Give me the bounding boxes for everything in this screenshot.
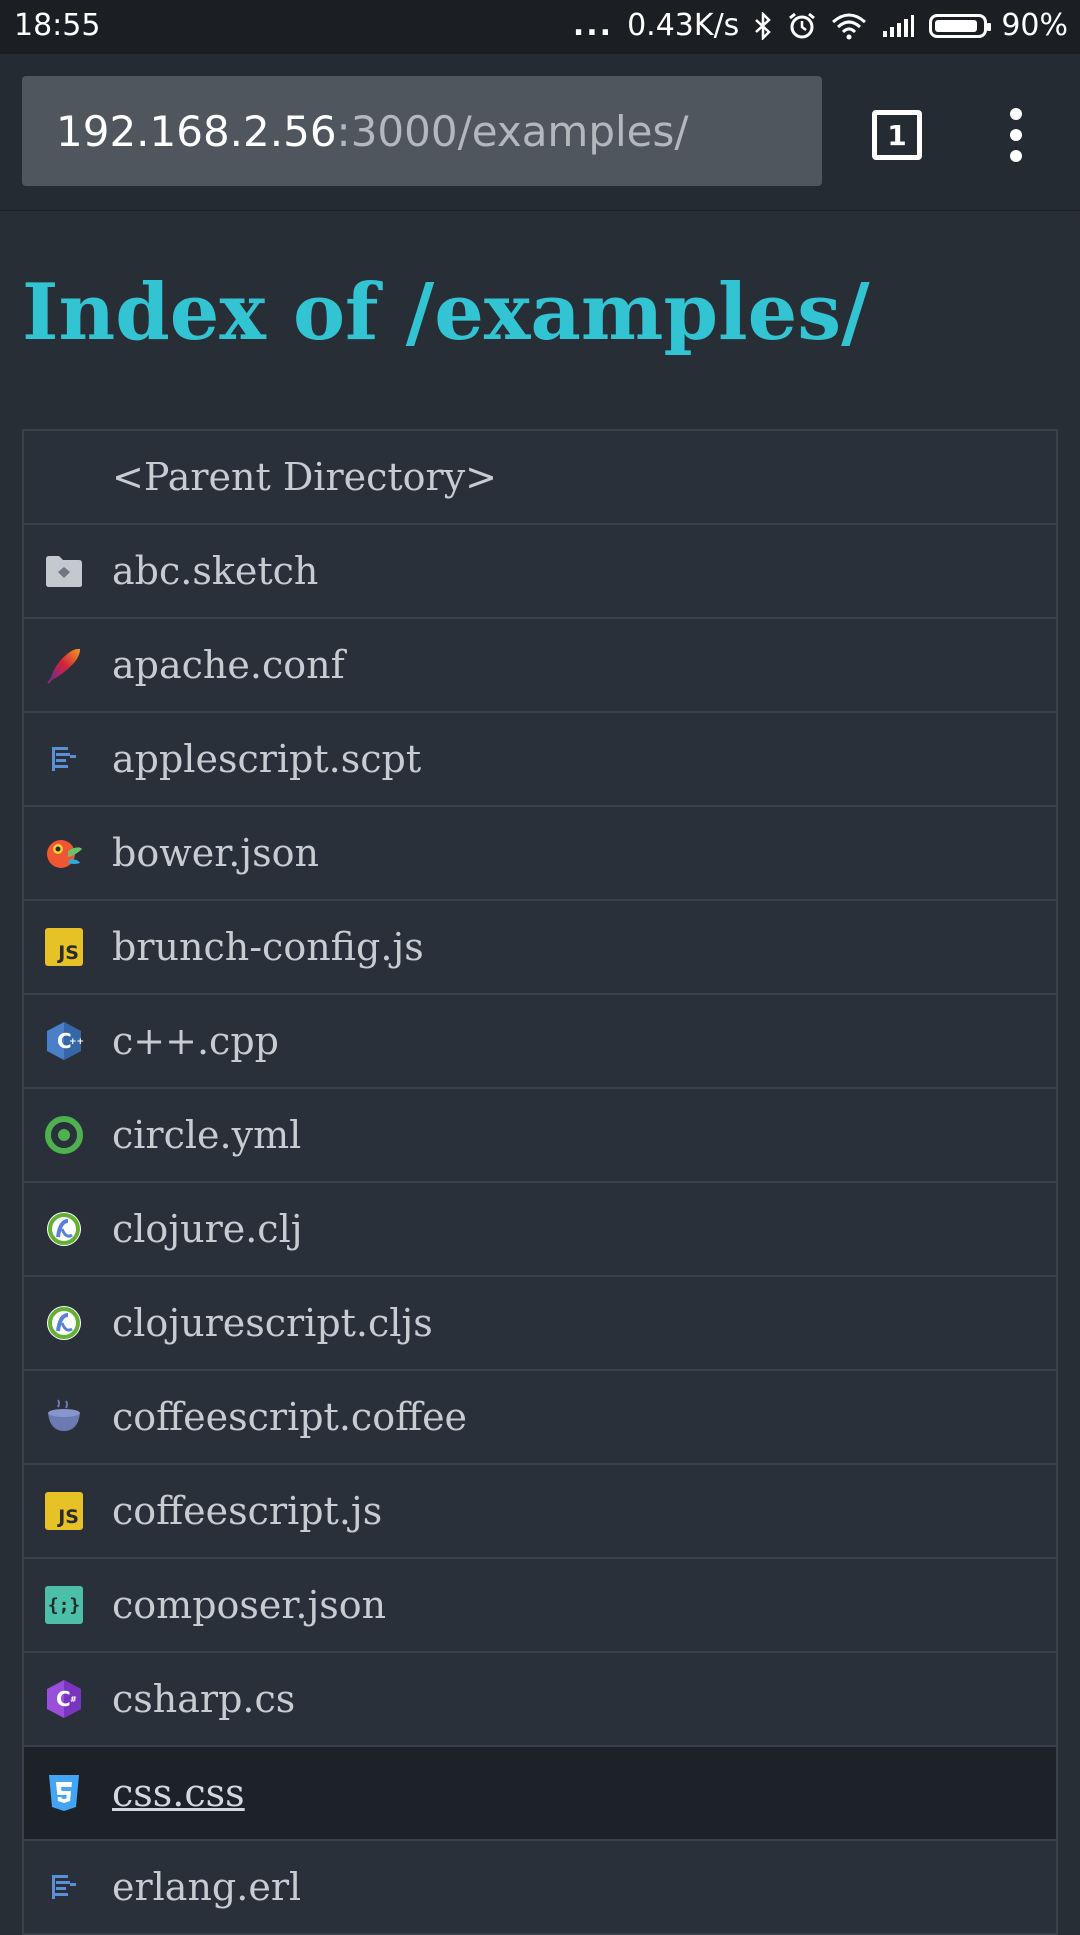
bluetooth-icon	[753, 11, 773, 40]
file-row[interactable]: C # csharp.cs	[22, 1653, 1058, 1747]
apache-feather-icon	[44, 645, 84, 685]
clojure-icon	[44, 1209, 84, 1249]
file-row[interactable]: applescript.scpt	[22, 713, 1058, 807]
file-row[interactable]: JS brunch-config.js	[22, 901, 1058, 995]
file-row[interactable]: <Parent Directory>	[22, 431, 1058, 525]
signal-icon	[881, 13, 915, 39]
file-link[interactable]: clojure.clj	[112, 1207, 303, 1251]
file-row[interactable]: apache.conf	[22, 619, 1058, 713]
csharp-icon: C #	[44, 1679, 84, 1719]
coffee-cup-icon	[44, 1397, 84, 1437]
parent-directory-link[interactable]: <Parent Directory>	[112, 455, 497, 499]
file-link[interactable]: bower.json	[112, 831, 319, 875]
icon-placeholder	[44, 457, 84, 497]
folder-icon	[44, 551, 84, 591]
file-listing: <Parent Directory> abc.sketch apache.conf a…	[22, 429, 1058, 1935]
alarm-icon	[787, 11, 817, 41]
file-link[interactable]: erlang.erl	[112, 1865, 301, 1909]
file-row[interactable]: clojurescript.cljs	[22, 1277, 1058, 1371]
page-content: Index of /examples/ <Parent Directory> ab…	[0, 211, 1080, 1935]
css3-icon	[44, 1773, 84, 1813]
wifi-icon	[831, 12, 867, 40]
page-title: Index of /examples/	[22, 267, 870, 358]
file-link[interactable]: csharp.cs	[112, 1677, 295, 1721]
tab-switcher-button[interactable]: 1	[872, 110, 922, 160]
url-host: 192.168.2.56	[56, 106, 337, 156]
svg-text:++: ++	[69, 1037, 84, 1047]
file-row[interactable]: JS coffeescript.js	[22, 1465, 1058, 1559]
file-link[interactable]: css.css	[112, 1771, 245, 1815]
circleci-icon	[44, 1115, 84, 1155]
file-row[interactable]: bower.json	[22, 807, 1058, 901]
file-link[interactable]: apache.conf	[112, 643, 345, 687]
js-icon: JS	[44, 1491, 84, 1531]
file-row[interactable]: abc.sketch	[22, 525, 1058, 619]
file-link[interactable]: circle.yml	[112, 1113, 301, 1157]
file-link[interactable]: abc.sketch	[112, 549, 318, 593]
svg-text:C: C	[56, 1687, 71, 1711]
cpp-icon: C ++	[44, 1021, 84, 1061]
network-speed: 0.43K/s	[627, 8, 740, 43]
file-link[interactable]: brunch-config.js	[112, 925, 424, 969]
address-bar[interactable]: 192.168.2.56:3000/examples/	[22, 76, 822, 186]
battery-icon	[929, 13, 992, 38]
file-link[interactable]: coffeescript.js	[112, 1489, 382, 1533]
script-file-icon	[44, 1867, 84, 1907]
file-row[interactable]: C ++ c++.cpp	[22, 995, 1058, 1089]
svg-text:#: #	[70, 1695, 77, 1704]
file-link[interactable]: coffeescript.coffee	[112, 1395, 467, 1439]
file-row[interactable]: circle.yml	[22, 1089, 1058, 1183]
status-time: 18:55	[14, 8, 101, 43]
file-link[interactable]: composer.json	[112, 1583, 386, 1627]
clojure-icon	[44, 1303, 84, 1343]
battery-level-fill	[935, 19, 977, 32]
file-row[interactable]: css.css	[22, 1747, 1058, 1841]
file-row[interactable]: erlang.erl	[22, 1841, 1058, 1935]
script-file-icon	[44, 739, 84, 779]
file-row[interactable]: coffeescript.coffee	[22, 1371, 1058, 1465]
composer-icon: {;}	[44, 1585, 84, 1625]
file-row[interactable]: clojure.clj	[22, 1183, 1058, 1277]
url-path: :3000/examples/	[336, 106, 689, 156]
status-icons: ... 0.43K/s 90%	[573, 8, 1068, 43]
bower-icon	[44, 833, 84, 873]
file-link[interactable]: clojurescript.cljs	[112, 1301, 433, 1345]
browser-toolbar: 192.168.2.56:3000/examples/ 1	[0, 54, 1080, 211]
battery-percent: 90%	[1001, 8, 1068, 43]
js-icon: JS	[44, 927, 84, 967]
file-row[interactable]: {;} composer.json	[22, 1559, 1058, 1653]
file-link[interactable]: applescript.scpt	[112, 737, 421, 781]
status-bar: 18:55 ... 0.43K/s 90%	[0, 0, 1080, 54]
overflow-menu-icon[interactable]	[996, 108, 1036, 162]
file-link[interactable]: c++.cpp	[112, 1019, 279, 1063]
notification-dots: ...	[572, 8, 614, 43]
